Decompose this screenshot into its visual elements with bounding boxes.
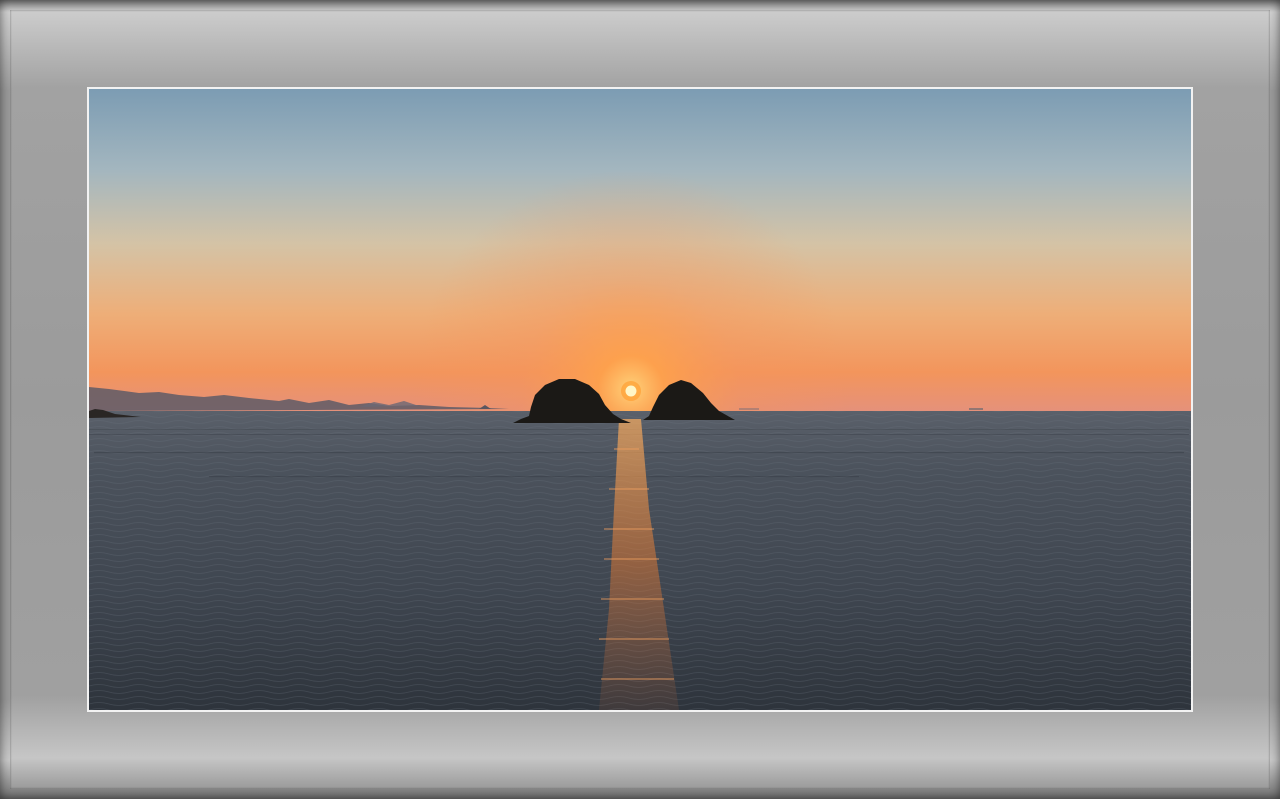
sun-glow — [89, 89, 1191, 411]
sunset-photo — [89, 89, 1191, 710]
sunset-scene — [89, 89, 1191, 710]
sun — [625, 385, 637, 397]
